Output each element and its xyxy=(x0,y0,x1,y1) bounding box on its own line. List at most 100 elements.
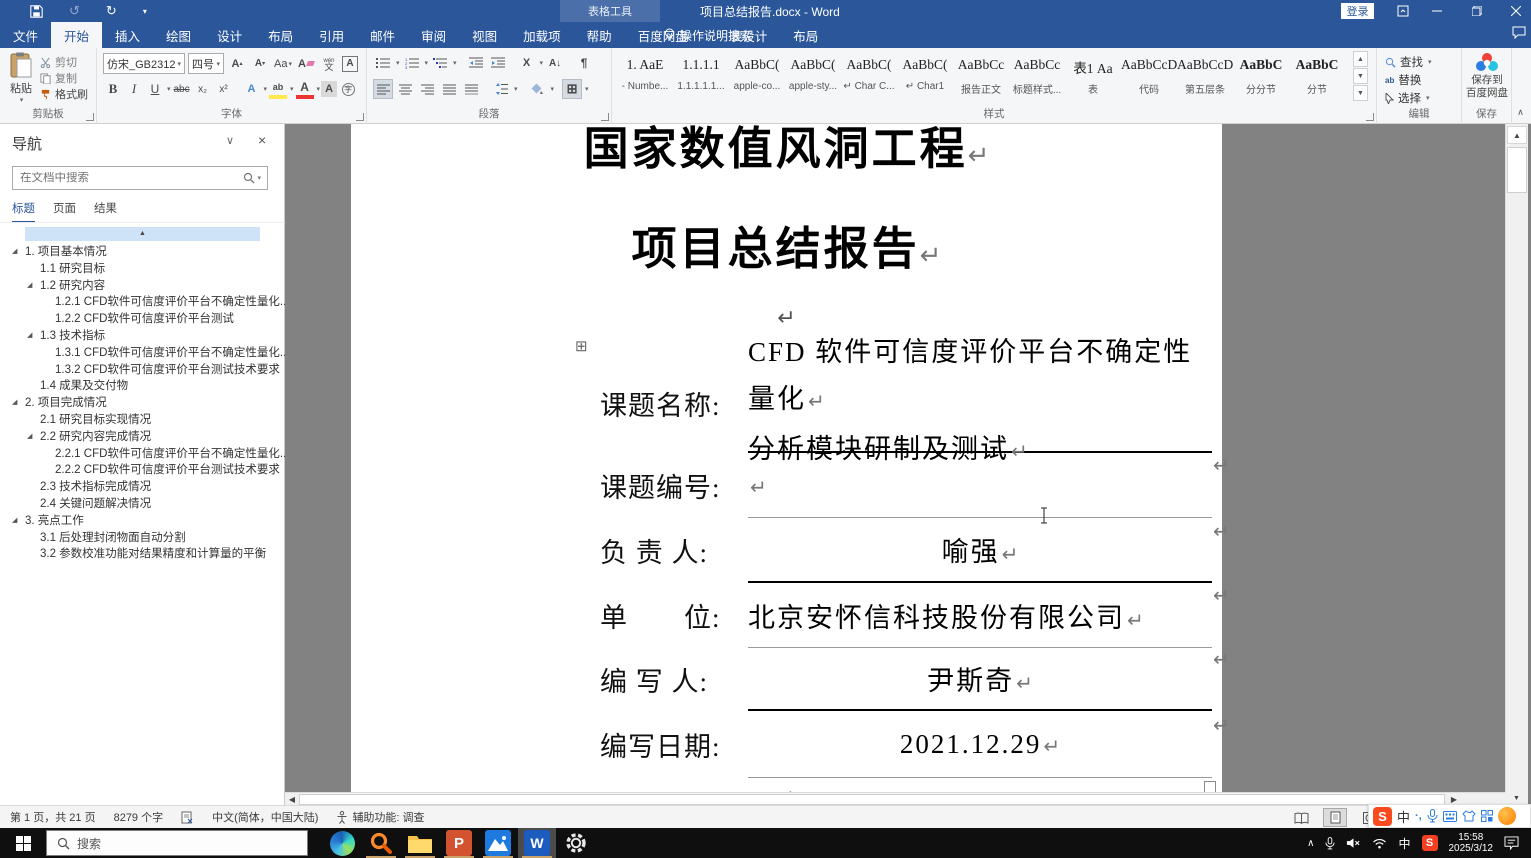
tray-ime-indicator[interactable]: 中 xyxy=(1398,835,1410,852)
italic-button[interactable]: I xyxy=(124,79,144,99)
paragraph-dialog-launcher[interactable] xyxy=(601,113,609,121)
collapse-triangle-icon[interactable]: ◢ xyxy=(12,395,17,412)
tab-审阅[interactable]: 审阅 xyxy=(408,22,459,48)
tab-布局[interactable]: 布局 xyxy=(780,22,831,48)
nav-heading-item[interactable]: 2.1 研究目标实现情况 xyxy=(0,412,285,429)
tab-帮助[interactable]: 帮助 xyxy=(574,22,625,48)
tray-hidden-icons-chevron[interactable]: ∧ xyxy=(1307,838,1314,849)
nav-tab-页面[interactable]: 页面 xyxy=(53,200,76,223)
table-move-handle[interactable]: ⊞ xyxy=(575,337,588,355)
font-size-combo[interactable]: 四号▾ xyxy=(188,53,224,74)
style-分分节[interactable]: AaBbC分分节 xyxy=(1233,51,1289,107)
text-effects-button[interactable]: A xyxy=(242,79,262,99)
cover-field-row[interactable]: 编写日期:2021.12.29↵ xyxy=(600,711,1212,778)
horizontal-scroll-thumb[interactable] xyxy=(299,794,1445,805)
style-第五层条[interactable]: AaBbCcD(第五层条 xyxy=(1177,51,1233,107)
collapse-triangle-icon[interactable]: ◢ xyxy=(12,513,17,530)
borders-button[interactable]: ⊞ xyxy=(562,79,582,99)
proofing-icon[interactable] xyxy=(181,811,194,824)
ime-emoji-icon[interactable] xyxy=(1498,807,1516,825)
scroll-up-button[interactable]: ▲ xyxy=(1507,126,1527,144)
field-value[interactable]: 北京安怀信科技股份有限公司↵ xyxy=(748,583,1212,648)
taskbar-search-box[interactable]: 搜索 xyxy=(46,830,308,856)
distribute-button[interactable] xyxy=(461,79,481,99)
bullets-button[interactable] xyxy=(373,53,393,73)
tell-me-search[interactable]: 操作说明搜索 xyxy=(664,22,752,48)
ime-mode-indicator[interactable]: 中 xyxy=(1397,807,1410,826)
taskbar-word-icon[interactable]: W xyxy=(518,828,556,858)
save-to-baidu-button[interactable]: 保存到 百度网盘 xyxy=(1465,52,1509,100)
tab-视图[interactable]: 视图 xyxy=(459,22,510,48)
tray-wifi-icon[interactable] xyxy=(1372,838,1387,849)
strikethrough-button[interactable]: abc xyxy=(172,79,192,99)
bold-button[interactable]: B xyxy=(103,79,123,99)
tab-设计[interactable]: 设计 xyxy=(204,22,255,48)
restore-button[interactable] xyxy=(1462,0,1492,22)
nav-heading-item[interactable]: 1.2.1 CFD软件可信度评价平台不确定性量化... xyxy=(0,294,285,311)
nav-heading-item[interactable]: 2.3 技术指标完成情况 xyxy=(0,479,285,496)
tray-clock[interactable]: 15:58 2025/3/12 xyxy=(1449,832,1494,854)
nav-search-input[interactable] xyxy=(13,172,243,184)
character-border-button[interactable]: A xyxy=(342,56,358,72)
underline-button[interactable]: U xyxy=(145,79,165,99)
comment-icon[interactable] xyxy=(1512,26,1526,39)
cover-field-row[interactable]: 课题编号:↵ xyxy=(600,453,1212,518)
align-center-button[interactable] xyxy=(395,79,415,99)
nav-heading-item[interactable]: ◢3. 亮点工作 xyxy=(0,513,285,530)
collapse-triangle-icon[interactable]: ◢ xyxy=(12,244,17,261)
nav-tab-结果[interactable]: 结果 xyxy=(94,200,117,223)
taskbar-edge-icon[interactable] xyxy=(323,828,361,858)
ribbon-display-options-icon[interactable] xyxy=(1388,0,1418,22)
tray-volume-muted-icon[interactable] xyxy=(1346,837,1361,849)
save-icon[interactable] xyxy=(30,5,43,18)
change-case-button[interactable]: Aa▾ xyxy=(273,54,293,74)
character-shading-button[interactable]: A xyxy=(321,81,337,97)
asian-layout-button[interactable]: X xyxy=(517,53,537,73)
taskbar-search-app-icon[interactable] xyxy=(362,828,400,858)
ime-mic-icon[interactable] xyxy=(1427,809,1438,823)
format-painter-button[interactable]: 格式刷 xyxy=(40,86,88,102)
tray-mic-icon[interactable] xyxy=(1325,837,1335,850)
search-icon[interactable]: ▾ xyxy=(243,172,267,184)
ime-keyboard-icon[interactable] xyxy=(1443,811,1457,822)
font-dialog-launcher[interactable] xyxy=(356,113,364,121)
style-表[interactable]: 表1 Aa表 xyxy=(1065,51,1121,107)
style-apple-sty...[interactable]: AaBbC(apple-sty... xyxy=(785,51,841,107)
styles-dialog-launcher[interactable] xyxy=(1366,113,1374,121)
nav-heading-item[interactable]: 2.2.1 CFD软件可信度评价平台不确定性量化... xyxy=(0,446,285,463)
styles-more[interactable]: ▼ xyxy=(1353,85,1368,101)
ime-skin-icon[interactable] xyxy=(1462,810,1476,822)
cover-field-row[interactable]: 课题名称:CFD 软件可信度评价平台不确定性量化↵分析模块研制及测试↵ xyxy=(600,353,1212,453)
style-1.1.1.1.1...[interactable]: 1.1.1.11.1.1.1.1... xyxy=(673,51,729,107)
tray-sogou-icon[interactable]: S xyxy=(1422,835,1438,851)
select-button[interactable]: 选择▾ xyxy=(1385,90,1430,106)
style-apple-co...[interactable]: AaBbC(apple-co... xyxy=(729,51,785,107)
style-标题样式...[interactable]: AaBbCc标题样式... xyxy=(1009,51,1065,107)
cover-field-row[interactable]: 单 位:北京安怀信科技股份有限公司↵ xyxy=(600,583,1212,648)
field-value[interactable]: 尹斯奇↵ xyxy=(748,648,1212,711)
customize-qat-icon[interactable]: ▾ xyxy=(143,7,147,16)
vertical-scrollbar[interactable]: ▲ xyxy=(1505,124,1528,793)
cover-fields-table[interactable]: 课题名称:CFD 软件可信度评价平台不确定性量化↵分析模块研制及测试↵课题编号:… xyxy=(600,353,1212,778)
field-value[interactable]: ↵ xyxy=(748,453,1212,518)
style-- Numbe...[interactable]: 1. AaE- Numbe... xyxy=(617,51,673,107)
find-button[interactable]: 查找▾ xyxy=(1385,54,1432,70)
nav-heading-item[interactable]: 1.1 研究目标 xyxy=(0,261,285,278)
style-↵ Char C...[interactable]: AaBbC(↵ Char C... xyxy=(841,51,897,107)
sign-in-button[interactable]: 登录 xyxy=(1341,3,1374,19)
highlight-button[interactable]: ab xyxy=(268,79,288,99)
style-↵ Char1[interactable]: AaBbC(↵ Char1 xyxy=(897,51,953,107)
phonetic-guide-button[interactable]: wén文 xyxy=(319,54,339,74)
multilevel-list-button[interactable] xyxy=(430,53,450,73)
nav-heading-item[interactable]: 1.4 成果及交付物 xyxy=(0,378,285,395)
ime-phrase-icon[interactable]: ·, xyxy=(1415,810,1422,822)
shading-button[interactable] xyxy=(528,79,548,99)
taskbar-pictures-app-icon[interactable] xyxy=(479,828,517,858)
nav-search-box[interactable]: ▾ xyxy=(12,166,268,190)
page-indicator[interactable]: 第 1 页，共 21 页 xyxy=(10,809,96,825)
collapse-triangle-icon[interactable]: ◢ xyxy=(27,429,32,446)
tab-文件[interactable]: 文件 xyxy=(0,22,51,48)
print-layout-button[interactable] xyxy=(1323,808,1347,827)
ime-toolbox-icon[interactable] xyxy=(1481,810,1493,822)
minimize-button[interactable] xyxy=(1422,0,1452,22)
